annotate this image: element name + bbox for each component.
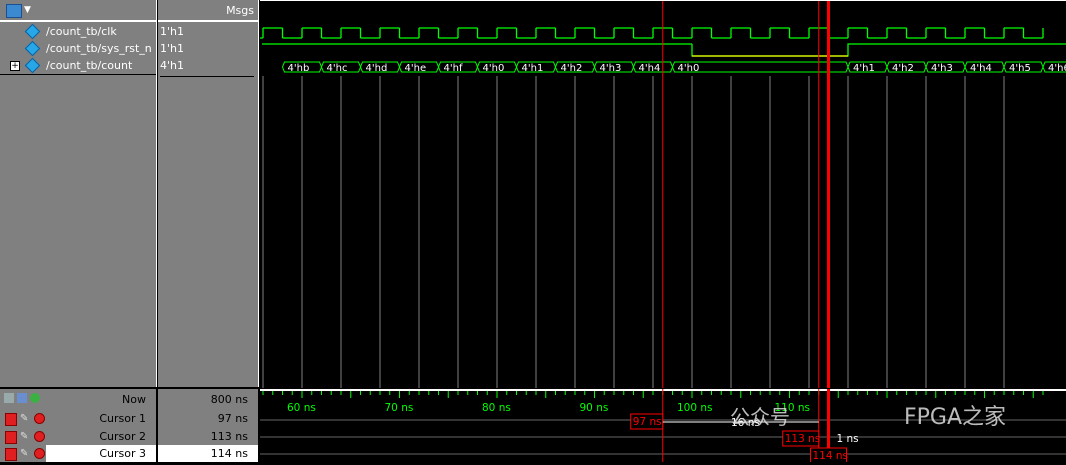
- cursor-row-2[interactable]: ✎ Cursor 2: [0, 428, 156, 445]
- signal-name: /count_tb/sys_rst_n: [46, 42, 152, 55]
- cursor-name: Cursor 2: [99, 430, 146, 443]
- watermark-text: FPGA之家: [904, 405, 1007, 430]
- count-bus-value: 4'h4: [970, 63, 992, 74]
- remove-cursor-icon[interactable]: [34, 431, 45, 442]
- count-bus-value: 4'h1: [853, 63, 875, 74]
- count-bus-value: 4'hd: [366, 63, 388, 74]
- signal-names-panel: ▼ /count_tb/clk /count_tb/sys_rst_n + /c…: [0, 0, 157, 387]
- wrench-icon[interactable]: ✎: [20, 413, 30, 424]
- signal-row-clk[interactable]: /count_tb/clk: [0, 23, 156, 40]
- signal-name: /count_tb/count: [46, 59, 133, 72]
- cursor-name: Cursor 1: [99, 412, 146, 425]
- count-bus-value: 4'h3: [600, 63, 622, 74]
- count-bus-value: 4'h5: [1009, 63, 1031, 74]
- count-bus-value: 4'h4: [639, 63, 661, 74]
- cursor-timeline[interactable]: 60 ns 70 ns 80 ns 90 ns 100 ns 110 ns 97 ns 113…: [260, 389, 1066, 464]
- timeline-tick-label: 80 ns: [482, 402, 511, 414]
- lock-icon[interactable]: [5, 448, 17, 461]
- now-label: Now: [122, 393, 146, 406]
- timeline-tick-label: 100 ns: [677, 402, 713, 414]
- count-bus-value: 4'h0: [678, 63, 700, 74]
- delta-label-c2-c3: 1 ns: [837, 433, 859, 445]
- wave-toolbar-icon[interactable]: [6, 4, 22, 18]
- cursor-value: 97 ns: [217, 412, 248, 425]
- waveform-canvas[interactable]: 4'hb 4'hc 4'hd 4'he 4'hf 4'h0 4'h1 4'h2 4'h3 4'h4…: [204, 1, 1066, 388]
- cursor-marker-label: 114 ns: [813, 450, 849, 462]
- expand-icon[interactable]: +: [10, 61, 20, 71]
- now-value: 800 ns: [210, 393, 248, 406]
- timeline-tick-label: 70 ns: [385, 402, 414, 414]
- now-row: Now: [0, 391, 156, 408]
- cursor-row-1[interactable]: ✎ Cursor 1: [0, 410, 156, 427]
- count-bus-value: 4'h2: [892, 63, 914, 74]
- remove-cursor-icon[interactable]: [34, 448, 45, 459]
- count-bus-value: 4'hb: [288, 63, 310, 74]
- waveform-area[interactable]: 4'hb 4'hc 4'hd 4'he 4'hf 4'h0 4'h1 4'h2 4'h3 4'h4…: [204, 0, 1066, 388]
- cursor-row-3[interactable]: ✎ Cursor 3: [0, 445, 156, 462]
- cursor-values-panel: 800 ns 97 ns 113 ns 114 ns: [158, 389, 258, 462]
- signal-diamond-icon: [24, 40, 41, 57]
- lock-icon[interactable]: [5, 413, 17, 426]
- signal-diamond-icon: [24, 23, 41, 40]
- count-bus-value: 4'hf: [444, 63, 463, 74]
- remove-cursor-icon[interactable]: [34, 413, 45, 424]
- lock-icon[interactable]: [5, 431, 17, 444]
- msgs-title: Msgs: [226, 4, 254, 17]
- signal-row-count[interactable]: + /count_tb/count: [0, 57, 156, 75]
- count-bus-value: 4'h0: [483, 63, 505, 74]
- cursor-marker-label: 97 ns: [633, 416, 662, 428]
- names-header: ▼: [0, 0, 156, 22]
- signal-diamond-icon: [24, 57, 41, 74]
- count-bus-value: 4'h2: [561, 63, 583, 74]
- watermark-prefix: 公众号: [730, 405, 790, 429]
- signal-value: 1'h1: [160, 25, 184, 38]
- count-bus-value: 4'he: [405, 63, 427, 74]
- timeline-tick-label: 90 ns: [580, 402, 609, 414]
- cursor-names-panel: Now ✎ Cursor 1 ✎ Cursor 2 ✎ Cursor 3: [0, 389, 156, 462]
- rst-waveform: [262, 43, 1066, 57]
- signal-row-sys-rst-n[interactable]: /count_tb/sys_rst_n: [0, 40, 156, 57]
- count-bus-value: 4'h3: [931, 63, 953, 74]
- signal-value: 1'h1: [160, 42, 184, 55]
- count-bus-value: 4'h1: [522, 63, 544, 74]
- msgs-header: Msgs: [158, 0, 258, 22]
- signal-value: 4'h1: [160, 59, 254, 77]
- count-bus-value: 4'h6: [1048, 63, 1066, 74]
- wrench-icon[interactable]: ✎: [20, 431, 30, 442]
- count-bus-value: 4'hc: [327, 63, 348, 74]
- chevron-down-icon[interactable]: ▼: [24, 5, 31, 15]
- msgs-panel: Msgs 1'h1 1'h1 4'h1: [158, 0, 259, 387]
- signal-name: /count_tb/clk: [46, 25, 117, 38]
- cursor-name: Cursor 3: [99, 447, 146, 460]
- cursor-marker-label: 113 ns: [785, 433, 821, 445]
- clk-waveform: [204, 27, 1044, 39]
- wrench-icon[interactable]: ✎: [20, 448, 30, 459]
- cursor-value: 114 ns: [210, 447, 248, 460]
- timeline-tick-label: 60 ns: [287, 402, 316, 414]
